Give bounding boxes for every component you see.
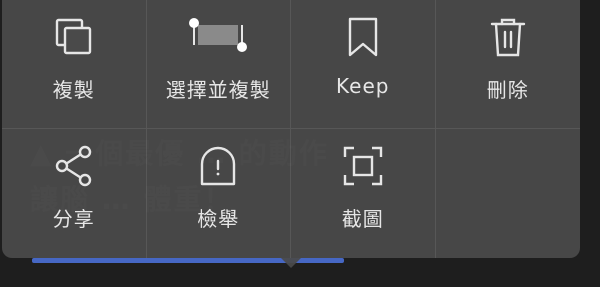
- report-label: 檢舉: [197, 207, 240, 231]
- report-icon: [196, 137, 240, 195]
- share-button[interactable]: 分享: [2, 129, 147, 258]
- delete-button[interactable]: 刪除: [435, 0, 580, 129]
- copy-label: 複製: [52, 78, 95, 102]
- empty-menu-cell: [436, 129, 581, 258]
- copy-icon: [52, 8, 96, 66]
- trash-icon: [486, 8, 530, 66]
- keep-button[interactable]: Keep: [291, 0, 436, 129]
- menu-pointer-arrow: [281, 258, 301, 268]
- screenshot-button[interactable]: 截圖: [291, 129, 436, 258]
- screenshot-icon: [341, 137, 385, 195]
- delete-label: 刪除: [486, 78, 529, 102]
- select-text-icon: [186, 8, 250, 66]
- keep-label: Keep: [336, 74, 390, 98]
- select-and-copy-button[interactable]: 選擇並複製: [146, 0, 291, 129]
- report-button[interactable]: 檢舉: [147, 129, 291, 258]
- share-label: 分享: [52, 207, 95, 231]
- bookmark-icon: [341, 8, 385, 66]
- share-icon: [52, 137, 96, 195]
- message-context-menu: 複製 選擇並複製 Keep 刪除 分享 檢舉 截圖: [2, 0, 580, 258]
- select-and-copy-label: 選擇並複製: [165, 78, 271, 102]
- screenshot-label: 截圖: [341, 207, 384, 231]
- copy-button[interactable]: 複製: [2, 0, 147, 129]
